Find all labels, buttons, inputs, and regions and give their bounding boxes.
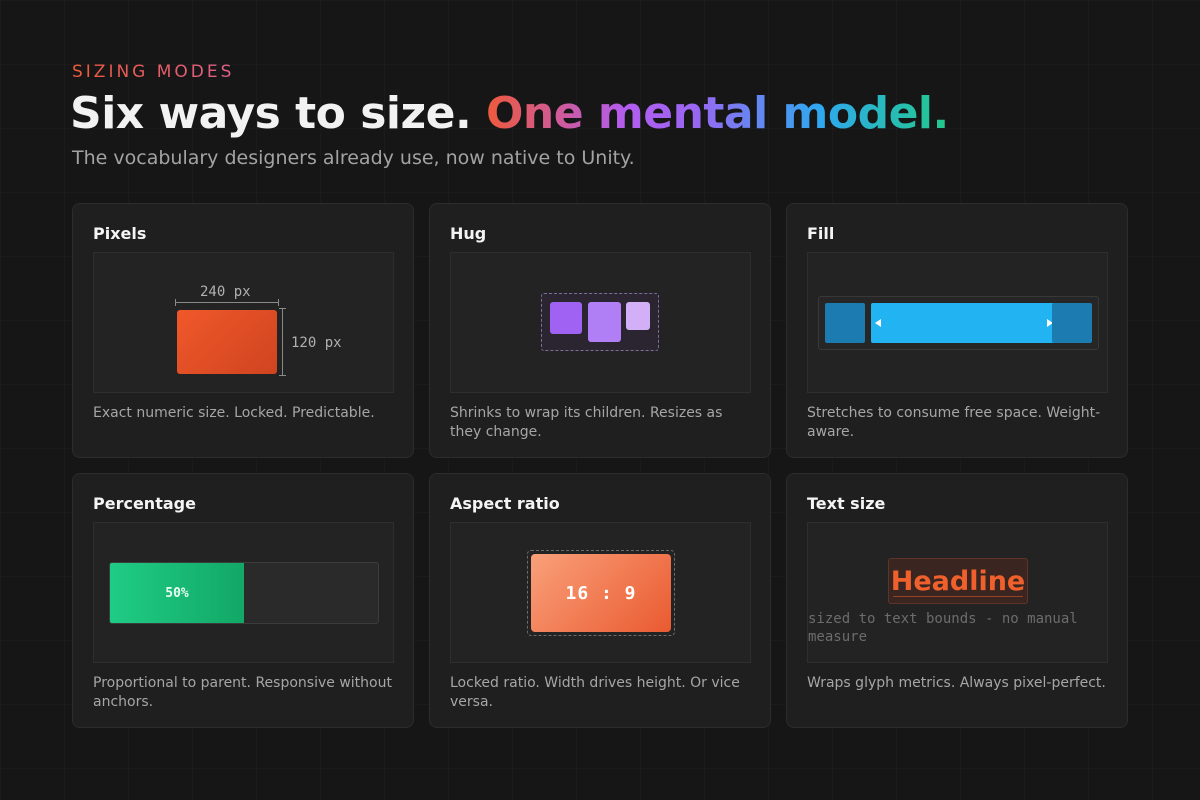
width-label: 240 px: [200, 284, 251, 300]
hug-child: [550, 302, 582, 334]
arrow-left-icon: [875, 319, 881, 327]
card-description: Locked ratio. Width drives height. Or vi…: [450, 675, 740, 710]
card-fill: Fill Stretches to consume free space. We…: [786, 203, 1128, 458]
fixed-size-box: [177, 310, 277, 374]
card-text-size: Text size Headline sized to text bounds …: [786, 473, 1128, 728]
pixels-demo: 240 px 120 px: [93, 252, 394, 393]
page-subtitle: The vocabulary designers already use, no…: [72, 147, 635, 169]
card-hug: Hug Shrinks to wrap its children. Resize…: [429, 203, 771, 458]
card-title: Text size: [807, 494, 886, 513]
fixed-right-block: [1052, 303, 1092, 343]
baseline-line: [893, 596, 1023, 597]
card-title: Aspect ratio: [450, 494, 560, 513]
percentage-label: 50%: [165, 585, 189, 601]
card-title: Percentage: [93, 494, 196, 513]
hug-container: [541, 293, 659, 351]
text-bounds-box: Headline: [888, 558, 1028, 604]
percentage-fill: 50%: [110, 563, 244, 623]
aspect-box: 16 : 9: [531, 554, 671, 632]
hug-demo: [450, 252, 751, 393]
text-size-caption: sized to text bounds - no manual measure: [808, 611, 1078, 645]
eyebrow: SIZING MODES: [72, 62, 235, 82]
percentage-track: 50%: [109, 562, 379, 624]
page-title: Six ways to size. One mental model.: [70, 88, 949, 139]
width-dimension-line: [175, 299, 279, 306]
percentage-demo: 50%: [93, 522, 394, 663]
card-title: Hug: [450, 224, 487, 243]
hug-child: [588, 302, 621, 342]
aspect-outline: 16 : 9: [527, 550, 675, 636]
text-size-demo: Headline sized to text bounds - no manua…: [807, 522, 1108, 663]
fill-block: [871, 303, 1057, 343]
card-description: Wraps glyph metrics. Always pixel-perfec…: [807, 675, 1106, 691]
fill-demo: [807, 252, 1108, 393]
card-description: Proportional to parent. Responsive witho…: [93, 675, 392, 710]
height-dimension-line: [279, 308, 286, 376]
fixed-left-block: [825, 303, 865, 343]
hug-child: [626, 302, 650, 330]
title-accent: One mental model.: [485, 88, 949, 139]
height-label: 120 px: [291, 335, 342, 351]
sample-headline: Headline: [890, 565, 1026, 597]
card-description: Shrinks to wrap its children. Resizes as…: [450, 405, 723, 440]
card-title: Fill: [807, 224, 835, 243]
aspect-demo: 16 : 9: [450, 522, 751, 663]
card-description: Exact numeric size. Locked. Predictable.: [93, 405, 375, 421]
card-description: Stretches to consume free space. Weight-…: [807, 405, 1101, 440]
card-pixels: Pixels 240 px 120 px Exact numeric size.…: [72, 203, 414, 458]
card-title: Pixels: [93, 224, 147, 243]
title-plain: Six ways to size.: [70, 88, 486, 139]
fill-container: [818, 296, 1099, 350]
card-aspect-ratio: Aspect ratio 16 : 9 Locked ratio. Width …: [429, 473, 771, 728]
card-percentage: Percentage 50% Proportional to parent. R…: [72, 473, 414, 728]
